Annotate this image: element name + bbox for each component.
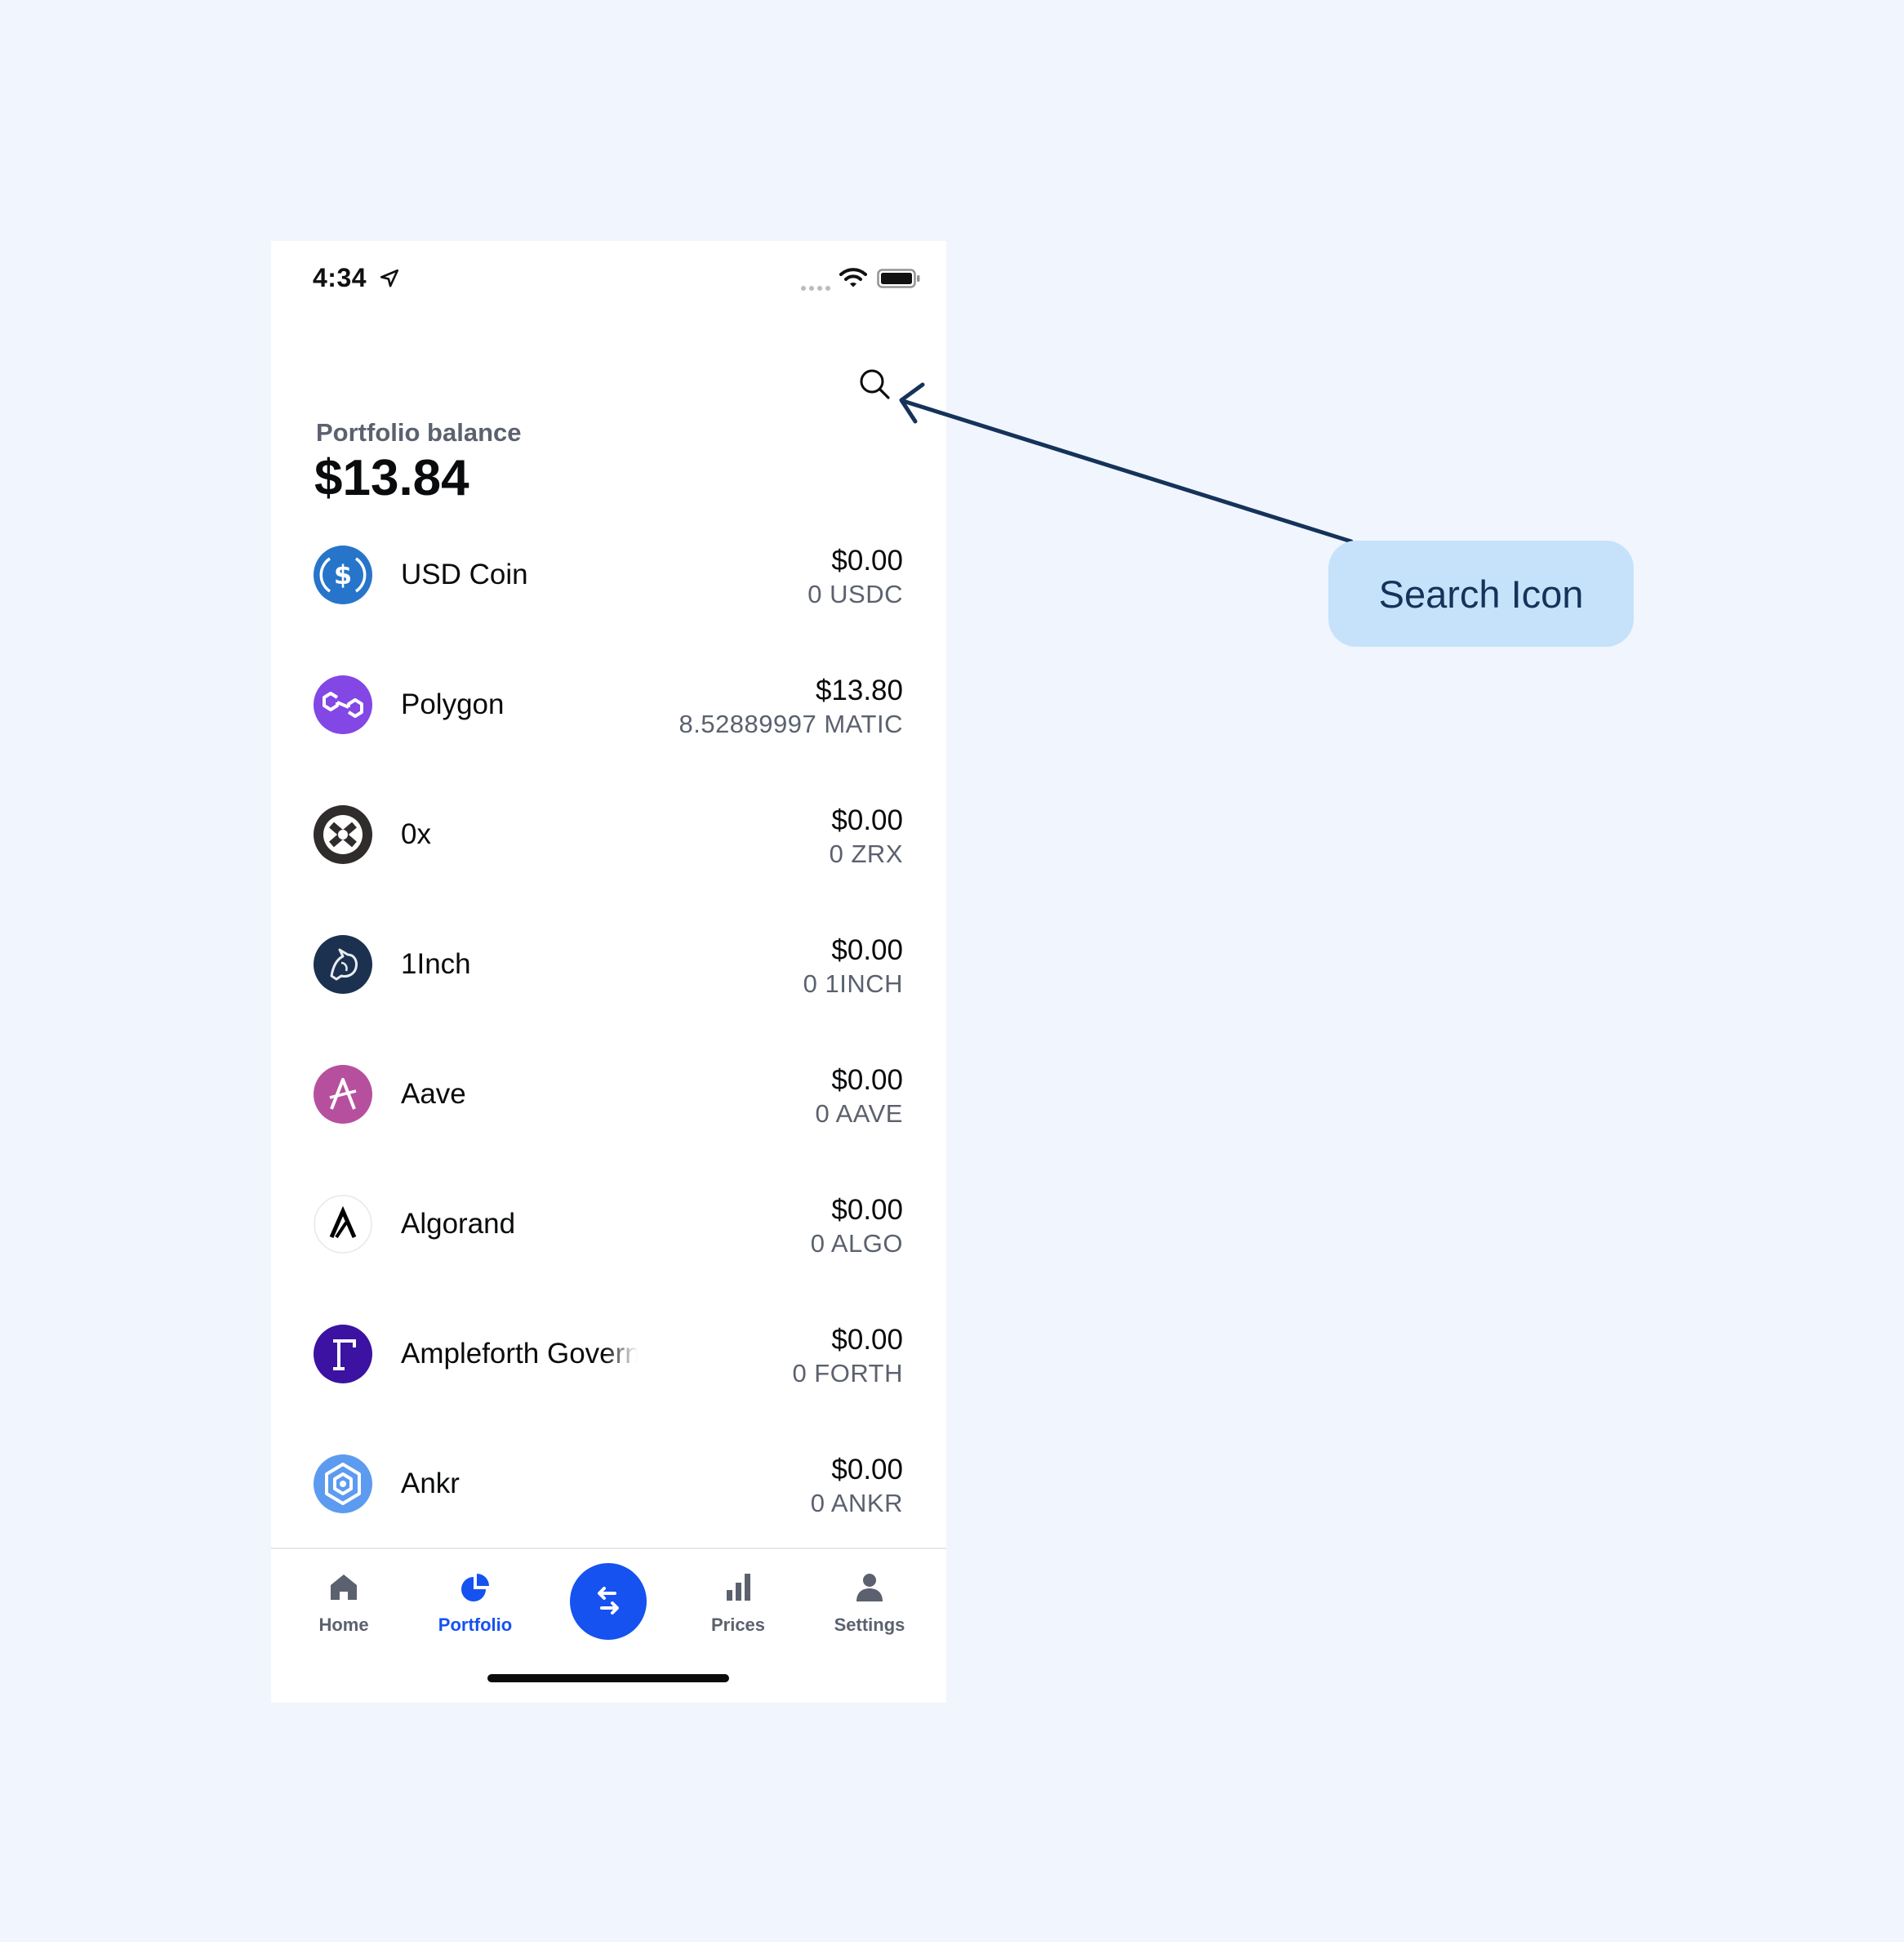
portfolio-balance-label: Portfolio balance [316, 418, 522, 447]
svg-text:$: $ [334, 559, 352, 590]
tab-prices[interactable]: Prices [689, 1566, 787, 1639]
callout-arrow [899, 382, 1354, 544]
asset-row-aave[interactable]: Aave $0.00 0 AAVE [271, 1052, 946, 1182]
pie-chart-icon [461, 1574, 489, 1601]
asset-fiat-value: $0.00 [831, 934, 903, 966]
asset-name: USD Coin [401, 559, 528, 590]
polygon-icon [314, 675, 372, 734]
bar-chart-icon [727, 1574, 750, 1601]
swap-arrows-icon [598, 1587, 619, 1615]
asset-fiat-value: $0.00 [831, 1194, 903, 1226]
aave-icon [314, 1065, 372, 1124]
asset-name: Polygon [401, 688, 505, 720]
trade-button[interactable] [570, 1563, 647, 1640]
status-time: 4:34 [313, 263, 367, 292]
portfolio-balance-value: $13.84 [314, 450, 469, 506]
asset-row-ampleforth[interactable]: Ampleforth Governance Token $0.00 0 FORT… [271, 1312, 946, 1441]
phone-screen: 4:34 Portfolio balance $13.84 $ USD Coin… [271, 241, 946, 1703]
cellular-signal-icon [801, 286, 830, 291]
asset-crypto-amount: 0 ANKR [810, 1489, 903, 1517]
asset-crypto-amount: 0 ZRX [829, 840, 903, 868]
status-bar: 4:34 [271, 241, 946, 323]
tab-home[interactable]: Home [295, 1566, 393, 1639]
asset-fiat-value: $0.00 [831, 1454, 903, 1485]
asset-row-polygon[interactable]: Polygon $13.80 8.52889997 MATIC [271, 662, 946, 792]
search-icon[interactable] [858, 367, 892, 402]
tab-label: Settings [834, 1615, 905, 1635]
person-icon [856, 1574, 883, 1601]
asset-fiat-value: $0.00 [831, 1064, 903, 1096]
asset-crypto-amount: 0 FORTH [792, 1359, 903, 1387]
battery-icon [877, 269, 920, 288]
asset-name: 0x [401, 818, 431, 850]
asset-row-1inch[interactable]: 1Inch $0.00 0 1INCH [271, 922, 946, 1052]
usd-coin-icon: $ [314, 546, 372, 604]
asset-name: 1Inch [401, 948, 471, 980]
1inch-icon [314, 935, 372, 994]
asset-row-usd-coin[interactable]: $ USD Coin $0.00 0 USDC [271, 532, 946, 662]
tab-portfolio[interactable]: Portfolio [426, 1566, 524, 1639]
location-arrow-icon [380, 269, 399, 287]
bottom-tab-bar: Home Portfolio Prices Settings [271, 1548, 946, 1703]
tab-label: Portfolio [438, 1615, 513, 1635]
asset-name: Ampleforth Governance Token [401, 1338, 638, 1370]
asset-crypto-amount: 0 AAVE [815, 1099, 903, 1128]
home-indicator [487, 1674, 729, 1682]
tab-settings[interactable]: Settings [821, 1566, 919, 1639]
asset-crypto-amount: 0 USDC [807, 580, 903, 608]
home-icon [331, 1575, 357, 1600]
asset-name: Ankr [401, 1468, 460, 1499]
ankr-icon [314, 1454, 372, 1513]
asset-list: $ USD Coin $0.00 0 USDC Polygon $13.80 8… [271, 532, 946, 1571]
asset-fiat-value: $0.00 [831, 1324, 903, 1356]
asset-fiat-value: $13.80 [815, 675, 903, 706]
asset-crypto-amount: 0 1INCH [803, 969, 903, 998]
asset-name: Aave [401, 1078, 466, 1110]
search-icon-callout: Search Icon [1328, 541, 1634, 647]
asset-row-0x[interactable]: 0x $0.00 0 ZRX [271, 792, 946, 922]
zrx-icon [314, 805, 372, 864]
asset-name: Algorand [401, 1208, 516, 1240]
wifi-icon [839, 268, 867, 287]
asset-crypto-amount: 8.52889997 MATIC [678, 710, 903, 738]
tab-label: Prices [710, 1615, 766, 1635]
algorand-icon [314, 1195, 372, 1254]
asset-fiat-value: $0.00 [831, 804, 903, 836]
asset-crypto-amount: 0 ALGO [810, 1229, 903, 1258]
asset-row-algorand[interactable]: Algorand $0.00 0 ALGO [271, 1182, 946, 1312]
tab-label: Home [318, 1615, 369, 1635]
ampleforth-icon [314, 1325, 372, 1383]
